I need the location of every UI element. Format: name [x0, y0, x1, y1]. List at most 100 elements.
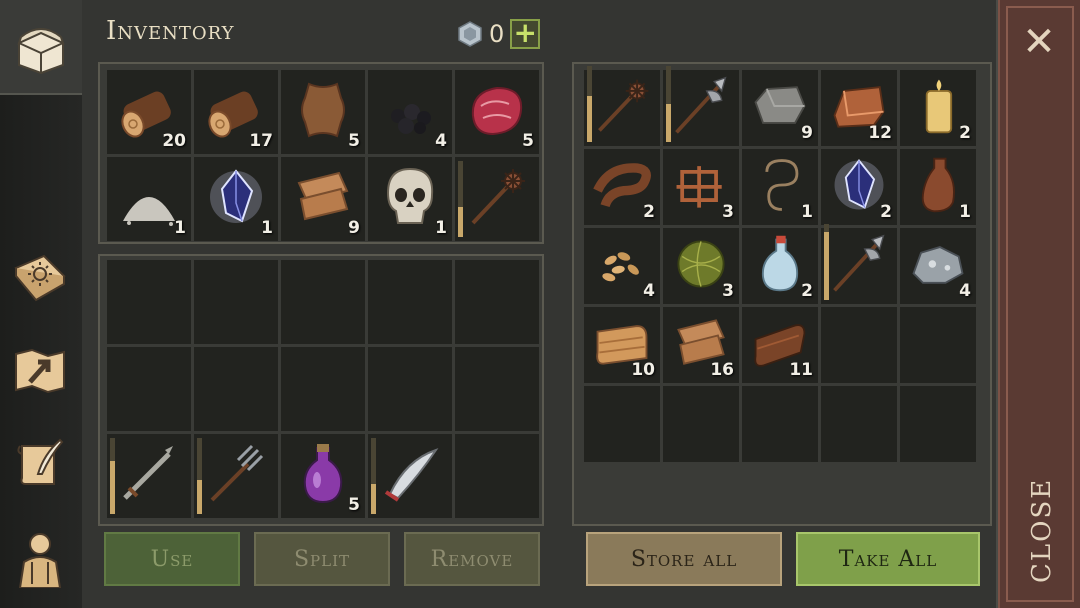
inventory-slot[interactable]: 5 — [281, 70, 365, 154]
inventory-slot[interactable] — [281, 347, 365, 431]
remove-button[interactable]: Remove — [404, 532, 540, 586]
inventory-slot[interactable]: 9 — [742, 70, 818, 146]
potion-icon — [303, 444, 343, 504]
inventory-slot[interactable]: 2 — [900, 70, 976, 146]
equipment-grid: 5 — [107, 434, 539, 518]
inventory-slot[interactable] — [455, 157, 539, 241]
inventory-slot[interactable] — [194, 434, 278, 518]
inventory-slot[interactable]: 5 — [281, 434, 365, 518]
cloth-icon — [297, 171, 349, 221]
hide-icon — [301, 82, 345, 138]
scimitar-icon — [384, 448, 439, 502]
inventory-slot[interactable] — [107, 434, 191, 518]
inventory-panel: Inventory 0 + 20 17 5 4 5 1 1 9 1 5 Use Split Re… — [82, 0, 998, 608]
sidebar-tab-inventory[interactable] — [0, 0, 82, 95]
gem-icon — [458, 21, 482, 47]
chest-icon — [17, 27, 65, 74]
halberd-icon — [675, 76, 727, 134]
mace-icon — [598, 79, 649, 132]
equipment-panel: 5 — [98, 254, 544, 526]
inventory-slot[interactable] — [663, 386, 739, 462]
salt-icon — [123, 197, 175, 226]
use-button[interactable]: Use — [104, 532, 240, 586]
inventory-slot[interactable] — [821, 307, 897, 383]
inventory-slot[interactable]: 9 — [281, 157, 365, 241]
take-all-button[interactable]: Take All — [796, 532, 980, 586]
inventory-slot[interactable]: 16 — [663, 307, 739, 383]
inventory-slot[interactable] — [900, 386, 976, 462]
item-quantity: 5 — [348, 495, 360, 515]
close-icon[interactable]: ✕ — [1018, 22, 1060, 64]
scroll-quill-icon — [17, 438, 64, 485]
sidebar-tab-character[interactable] — [4, 522, 76, 594]
item-quantity: 4 — [435, 131, 447, 151]
inventory-slot[interactable] — [194, 260, 278, 344]
split-button[interactable]: Split — [254, 532, 390, 586]
mace-icon — [471, 169, 525, 225]
item-quantity: 12 — [868, 123, 892, 143]
inventory-slot[interactable]: 1 — [107, 157, 191, 241]
currency-count: 0 — [489, 20, 505, 48]
inventory-slot[interactable]: 3 — [663, 149, 739, 225]
item-quantity: 1 — [174, 218, 186, 238]
inventory-slot[interactable]: 2 — [742, 228, 818, 304]
close-strip[interactable]: ✕ CLOSE — [998, 0, 1080, 608]
inventory-slot[interactable]: 4 — [368, 70, 452, 154]
item-quantity: 2 — [959, 123, 971, 143]
item-quantity: 2 — [880, 202, 892, 222]
inventory-slot[interactable] — [107, 260, 191, 344]
add-currency-button[interactable]: + — [510, 19, 541, 49]
store-all-button[interactable]: Store all — [586, 532, 782, 586]
inventory-slot[interactable] — [900, 307, 976, 383]
storage-grid: 9 12 2 2 3 1 2 1 4 3 2 4 10 16 11 — [584, 66, 976, 462]
inventory-slot[interactable]: 11 — [742, 307, 818, 383]
storage-panel: 9 12 2 2 3 1 2 1 4 3 2 4 10 16 11 — [572, 62, 992, 526]
inventory-slot[interactable] — [821, 224, 897, 304]
inventory-slot[interactable] — [584, 386, 660, 462]
sidebar-tab-journal[interactable] — [4, 428, 76, 500]
sidebar-tab-map[interactable] — [4, 334, 76, 406]
inventory-slot[interactable] — [455, 434, 539, 518]
item-quantity: 1 — [801, 202, 813, 222]
inventory-slot[interactable]: 1 — [194, 157, 278, 241]
inventory-slot[interactable] — [107, 347, 191, 431]
inventory-slot[interactable]: 10 — [584, 307, 660, 383]
item-quantity: 20 — [162, 131, 186, 151]
inventory-slot[interactable] — [368, 434, 452, 518]
close-label[interactable]: CLOSE — [1022, 470, 1062, 590]
inventory-slot[interactable] — [455, 347, 539, 431]
inventory-slot[interactable]: 2 — [821, 149, 897, 225]
inventory-slot[interactable]: 4 — [900, 228, 976, 304]
inventory-slot[interactable]: 3 — [663, 228, 739, 304]
item-quantity: 16 — [710, 360, 734, 380]
inventory-slot[interactable] — [368, 347, 452, 431]
item-quantity: 4 — [959, 281, 971, 301]
item-quantity: 3 — [722, 202, 734, 222]
item-quantity: 1 — [959, 202, 971, 222]
inventory-slot[interactable]: 12 — [821, 70, 897, 146]
sidebar-tab-crafting[interactable] — [4, 240, 76, 312]
item-quantity: 4 — [643, 281, 655, 301]
inventory-slot[interactable]: 4 — [584, 228, 660, 304]
inventory-slot[interactable]: 17 — [194, 70, 278, 154]
meat-icon — [471, 86, 523, 136]
item-quantity: 10 — [631, 360, 655, 380]
inventory-slot[interactable]: 1 — [742, 149, 818, 225]
inventory-slot[interactable] — [742, 386, 818, 462]
inventory-slot[interactable]: 1 — [368, 157, 452, 241]
currency-display: 0 + — [457, 18, 541, 50]
item-quantity: 9 — [348, 218, 360, 238]
item-quantity: 1 — [261, 218, 273, 238]
inventory-slot[interactable]: 1 — [900, 149, 976, 225]
inventory-slot[interactable]: 20 — [107, 70, 191, 154]
inventory-slot[interactable] — [663, 66, 739, 146]
inventory-slot[interactable] — [194, 347, 278, 431]
resources-panel: 20 17 5 4 5 1 1 9 1 — [98, 62, 544, 244]
inventory-slot[interactable] — [281, 260, 365, 344]
inventory-slot[interactable] — [455, 260, 539, 344]
inventory-slot[interactable] — [821, 386, 897, 462]
inventory-slot[interactable] — [368, 260, 452, 344]
inventory-slot[interactable]: 2 — [584, 149, 660, 225]
inventory-slot[interactable]: 5 — [455, 70, 539, 154]
inventory-slot[interactable] — [584, 66, 660, 146]
